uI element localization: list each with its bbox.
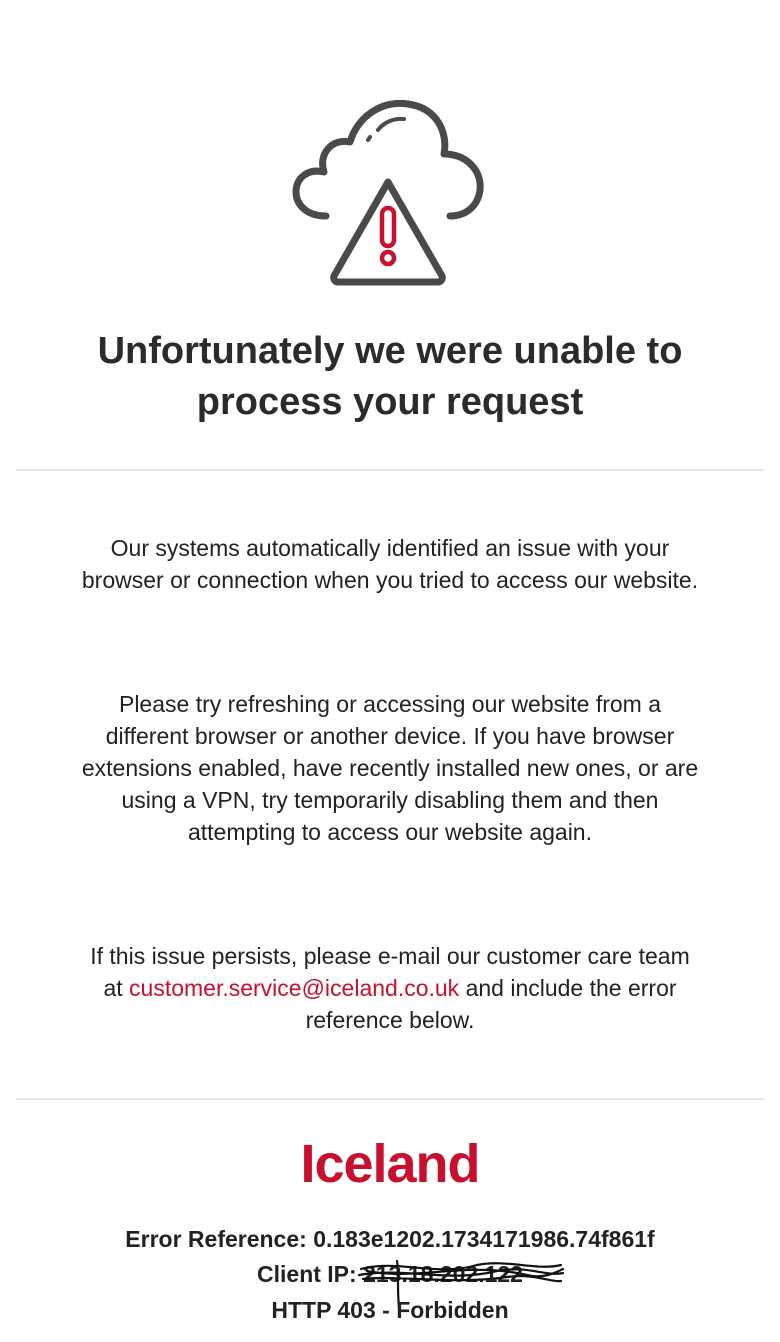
- customer-service-email-link[interactable]: customer.service@iceland.co.uk: [129, 975, 459, 1001]
- issue-description: Our systems automatically identified an …: [81, 535, 699, 593]
- cloud-warning-icon: [292, 99, 484, 291]
- page-title: Unfortunately we were unable to process …: [97, 330, 683, 423]
- cloud-highlight: [376, 116, 406, 132]
- error-reference-value: 0.183e1202.1734171986.74f861f: [313, 1226, 655, 1252]
- troubleshooting-advice: Please try refreshing or accessing our w…: [81, 691, 699, 845]
- client-ip: Client IP: 213.18.202.122: [40, 1259, 740, 1309]
- client-ip-value: 213.18.202.122: [363, 1261, 523, 1287]
- contact-instructions: If this issue persists, please e-mail ou…: [80, 940, 700, 1036]
- client-ip-value-wrapper: 213.18.202.122: [357, 1259, 565, 1309]
- error-illustration: [290, 96, 486, 291]
- cloud-highlight-dot: [366, 135, 372, 142]
- error-reference-label: Error Reference:: [125, 1226, 314, 1252]
- divider-top: [16, 469, 764, 471]
- client-ip-label: Client IP:: [257, 1261, 364, 1287]
- divider-bottom: [16, 1098, 764, 1100]
- iceland-logo: Iceland: [300, 1134, 480, 1194]
- error-reference: Error Reference: 0.183e1202.1734171986.7…: [40, 1224, 740, 1254]
- http-status: HTTP 403 - Forbidden: [271, 1297, 509, 1323]
